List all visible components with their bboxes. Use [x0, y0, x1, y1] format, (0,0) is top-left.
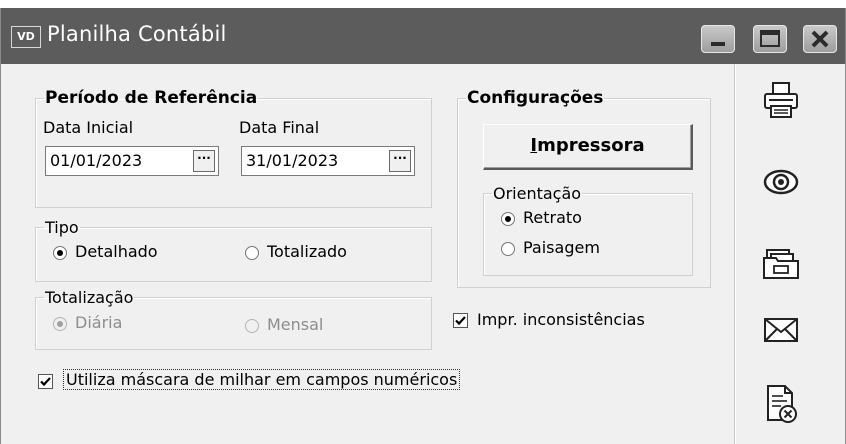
envelope-icon	[764, 318, 798, 342]
impressora-label: mpressora	[537, 135, 645, 156]
tipo-totalizado-radio[interactable]	[245, 246, 259, 260]
folder-icon	[763, 249, 799, 279]
checkmark-icon	[40, 377, 51, 387]
orientacao-paisagem-label[interactable]: Paisagem	[523, 238, 600, 257]
data-final-label: Data Final	[239, 118, 320, 137]
sidebar-divider	[734, 64, 735, 444]
planilha-contabil-window: VD Planilha Contábil Período de Referênc…	[0, 8, 846, 444]
orientacao-group: Orientação	[483, 184, 693, 276]
impr-inconsistencias-checkbox[interactable]	[453, 313, 468, 328]
print-button[interactable]	[759, 78, 803, 122]
periodo-referencia-legend: Período de Referência	[45, 88, 258, 108]
mascara-milhar-label[interactable]: Utiliza máscara de milhar em campos numé…	[63, 369, 461, 390]
tipo-legend: Tipo	[45, 218, 79, 237]
totalizacao-diaria-radio	[53, 317, 67, 331]
data-inicial-field[interactable]: 01/01/2023 ···	[45, 146, 219, 176]
data-inicial-picker-button[interactable]: ···	[193, 150, 215, 172]
minimize-button[interactable]	[701, 25, 735, 53]
preview-button[interactable]	[759, 160, 803, 204]
data-inicial-value[interactable]: 01/01/2023	[50, 151, 142, 170]
eye-icon	[763, 169, 799, 195]
mascara-milhar-checkbox[interactable]	[38, 374, 53, 389]
data-final-picker-button[interactable]: ···	[389, 150, 411, 172]
checkmark-icon	[455, 316, 466, 326]
maximize-icon	[760, 30, 780, 47]
tipo-totalizado-label[interactable]: Totalizado	[267, 242, 347, 261]
close-icon	[811, 30, 829, 48]
totalizacao-mensal-label: Mensal	[267, 315, 324, 334]
configuracoes-legend: Configurações	[467, 88, 604, 108]
orientacao-paisagem-radio[interactable]	[501, 242, 515, 256]
orientacao-legend: Orientação	[493, 184, 582, 203]
tipo-detalhado-radio[interactable]	[53, 246, 67, 260]
impr-inconsistencias-label[interactable]: Impr. inconsistências	[477, 310, 645, 329]
maximize-button[interactable]	[753, 25, 787, 53]
minimize-icon	[711, 42, 725, 46]
mascara-milhar-text: Utiliza máscara de milhar em campos numé…	[63, 369, 461, 390]
cancel-document-icon	[767, 385, 797, 423]
cancel-document-button[interactable]	[759, 382, 803, 426]
window-title: Planilha Contábil	[47, 22, 227, 46]
orientacao-retrato-label[interactable]: Retrato	[523, 208, 582, 227]
archive-button[interactable]	[759, 240, 803, 284]
title-bar[interactable]: VD Planilha Contábil	[1, 8, 845, 64]
totalizacao-diaria-label: Diária	[75, 313, 123, 332]
email-button[interactable]	[759, 308, 803, 352]
data-final-value[interactable]: 31/01/2023	[246, 151, 338, 170]
printer-icon	[764, 82, 798, 118]
totalizacao-legend: Totalização	[45, 288, 134, 307]
tipo-detalhado-label[interactable]: Detalhado	[75, 242, 158, 261]
data-final-field[interactable]: 31/01/2023 ···	[241, 146, 415, 176]
totalizacao-mensal-radio	[245, 319, 259, 333]
impressora-button[interactable]: Impressora	[483, 124, 693, 170]
app-badge-icon: VD	[11, 26, 41, 48]
close-button[interactable]	[803, 25, 837, 53]
data-inicial-label: Data Inicial	[43, 118, 134, 137]
orientacao-retrato-radio[interactable]	[501, 212, 515, 226]
